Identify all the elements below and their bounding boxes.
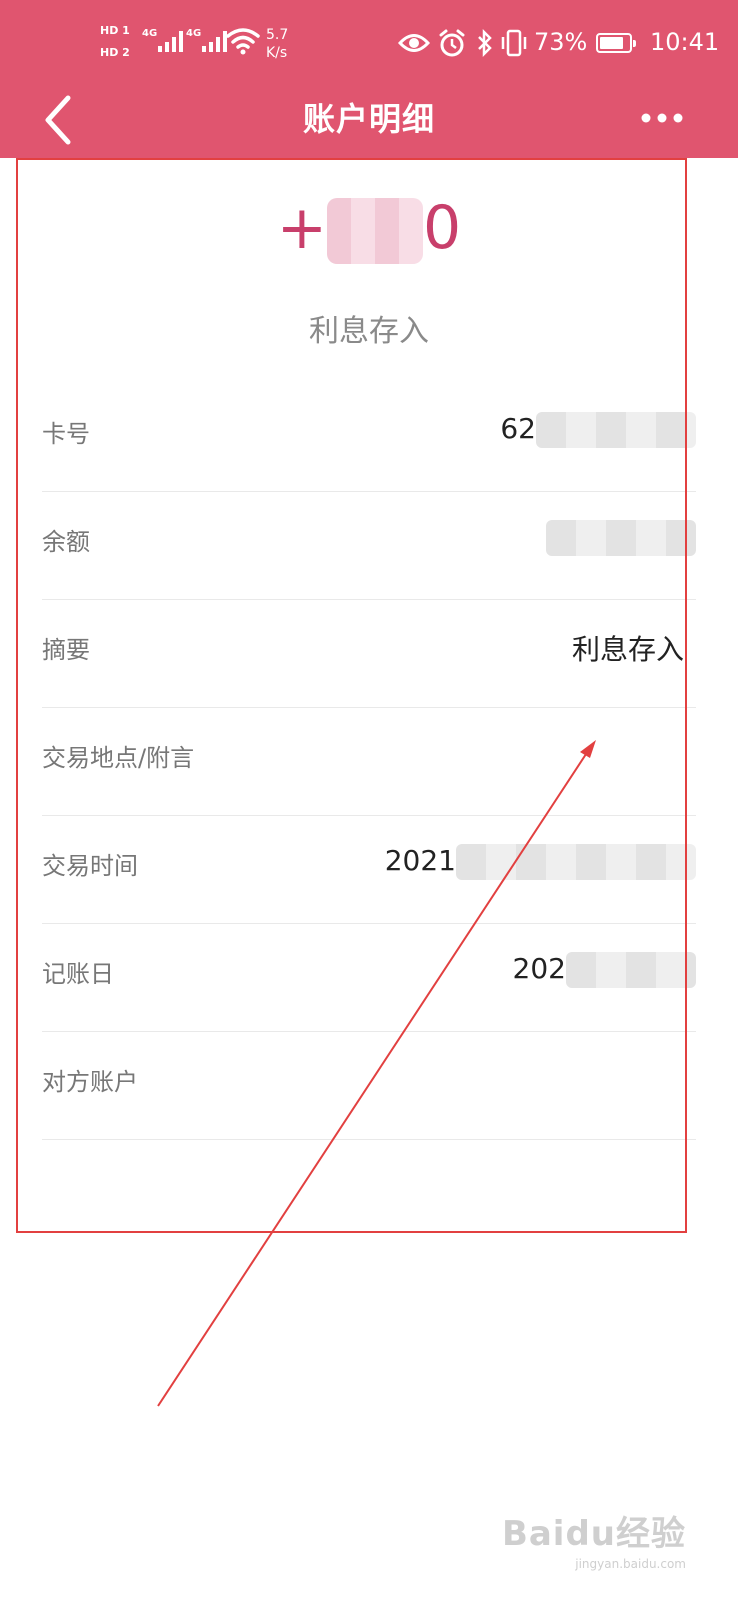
battery-icon (596, 33, 636, 53)
detail-row-time: 交易时间 2021 (42, 816, 696, 924)
masked-value (546, 520, 696, 556)
net-speed-unit: K/s (266, 45, 288, 61)
masked-value (456, 844, 696, 880)
vibrate-icon (501, 29, 527, 57)
detail-value: 2021 (385, 844, 696, 880)
detail-row-balance: 余额 (42, 492, 696, 600)
signal1-label: 4G (142, 28, 158, 39)
signal-bars-icon (202, 30, 227, 52)
status-bar: HD 1 HD 2 4G 4G 5.7 K/s 73% 10:41 (0, 0, 738, 90)
amount-prefix: + (276, 193, 328, 263)
status-right: 73% 10:41 (398, 22, 738, 66)
transaction-type: 利息存入 (309, 314, 429, 349)
detail-label: 交易时间 (42, 852, 138, 880)
amount-suffix: 0 (423, 193, 462, 263)
detail-label: 记账日 (42, 960, 114, 988)
transaction-amount: +0 (0, 188, 738, 268)
net-speed-value: 5.7 (266, 27, 289, 43)
detail-value: 利息存入 (571, 633, 684, 666)
card-number-visible: 62 (500, 412, 536, 445)
eye-icon (398, 34, 430, 52)
detail-label: 卡号 (42, 420, 90, 448)
signal-1: 4G (142, 28, 183, 54)
detail-row-card-number: 卡号 62 (42, 384, 696, 492)
battery-percent: 73% (534, 28, 588, 56)
posting-date-visible: 202 (512, 952, 566, 985)
signal-2: 4G (186, 28, 227, 54)
wifi-icon (226, 28, 260, 55)
amount-masked-digits (327, 198, 424, 265)
more-horizontal-icon[interactable] (640, 110, 684, 126)
nav-bar: 账户明细 (0, 90, 738, 158)
detail-label: 交易地点/附言 (42, 744, 195, 772)
detail-label: 摘要 (42, 636, 90, 664)
clock: 10:41 (650, 28, 720, 56)
detail-value (546, 520, 696, 556)
detail-value: 202 (513, 952, 696, 988)
masked-value (536, 412, 696, 448)
hd-indicators: HD 1 HD 2 (100, 22, 136, 66)
detail-row-summary: 摘要 利息存入 (42, 600, 696, 708)
bluetooth-icon (478, 28, 492, 58)
hd2-badge: HD 2 (100, 46, 130, 59)
signal-bars-icon (158, 30, 183, 52)
detail-row-location: 交易地点/附言 (42, 708, 696, 816)
detail-label: 余额 (42, 528, 90, 556)
watermark-url: jingyan.baidu.com (575, 1557, 686, 1571)
net-speed: 5.7 K/s (266, 26, 306, 62)
detail-row-posting-date: 记账日 202 (42, 924, 696, 1032)
alarm-icon (439, 29, 465, 57)
detail-label: 对方账户 (42, 1068, 138, 1096)
baidu-watermark: Baidu经验 jingyan.baidu.com (502, 1506, 686, 1571)
masked-value (566, 952, 696, 988)
page-title: 账户明细 (302, 100, 435, 138)
detail-row-counterparty: 对方账户 (42, 1032, 696, 1140)
detail-list: 卡号 62 余额 摘要 利息存入 交易地点/附言 交易时间 2021 记账日 2… (42, 384, 696, 1140)
hd1-badge: HD 1 (100, 24, 130, 37)
detail-value: 62 (500, 412, 696, 448)
time-visible: 2021 (384, 844, 456, 877)
signal2-label: 4G (186, 28, 202, 39)
watermark-brand: Baidu经验 (501, 1514, 686, 1554)
